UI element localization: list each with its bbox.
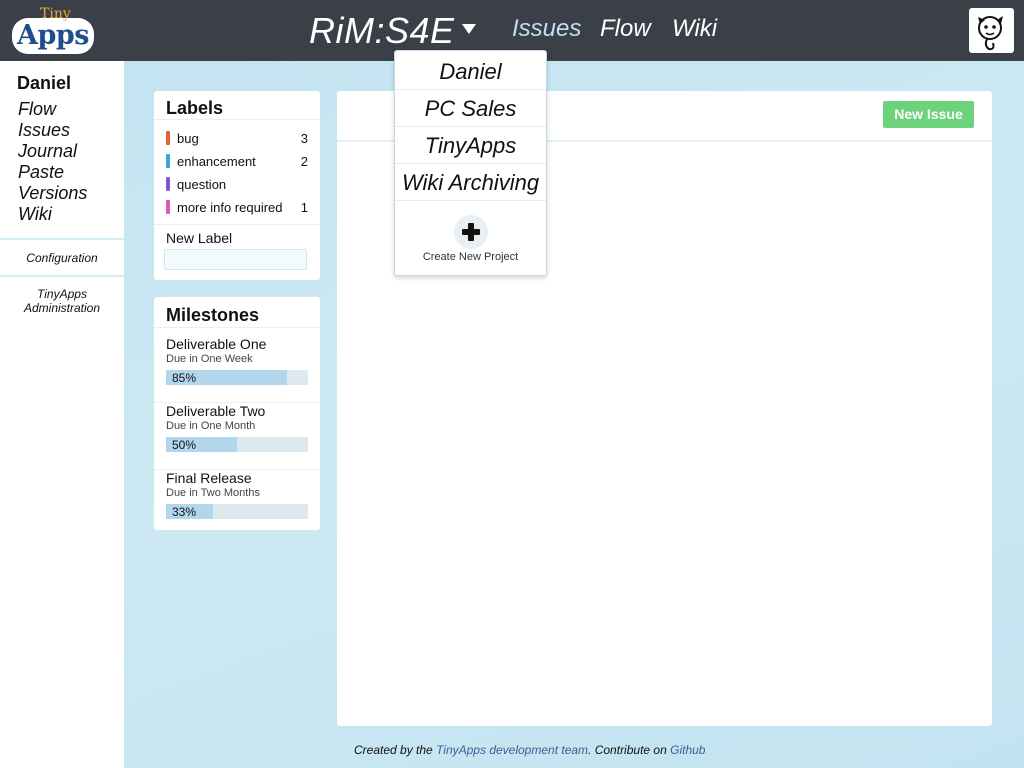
label-item-enhancement[interactable]: enhancement 2: [166, 153, 308, 171]
footer: Created by the TinyApps development team…: [354, 743, 705, 757]
label-color-swatch: [166, 177, 170, 191]
tinyapps-logo[interactable]: Apps Tiny: [12, 6, 96, 56]
label-name: bug: [177, 131, 199, 146]
sidebar-item-flow[interactable]: Flow: [18, 99, 56, 120]
milestone-item[interactable]: Final Release Due in Two Months 33%: [154, 470, 320, 537]
milestone-due: Due in Two Months: [166, 487, 260, 499]
label-item-bug[interactable]: bug 3: [166, 130, 308, 148]
sidebar-item-issues[interactable]: Issues: [18, 120, 70, 141]
create-new-project-button[interactable]: Create New Project: [395, 201, 546, 276]
sidebar-admin-link[interactable]: TinyApps Administration: [0, 287, 124, 315]
label-item-question[interactable]: question: [166, 176, 308, 194]
milestone-progress-label: 33%: [172, 505, 197, 519]
top-nav-wiki[interactable]: Wiki: [672, 15, 717, 43]
milestone-item[interactable]: Deliverable Two Due in One Month 50%: [154, 403, 320, 470]
label-color-swatch: [166, 200, 170, 214]
milestone-due: Due in One Month: [166, 420, 256, 432]
milestone-progress-bar: 85%: [166, 370, 308, 385]
sidebar-item-versions[interactable]: Versions: [18, 183, 87, 204]
labels-title: Labels: [166, 98, 224, 118]
label-color-swatch: [166, 154, 170, 168]
sidebar: Daniel Flow Issues Journal Paste Version…: [0, 61, 124, 768]
caret-down-icon[interactable]: [462, 24, 476, 34]
footer-middle: . Contribute on: [588, 743, 671, 757]
sidebar-divider: [0, 275, 124, 277]
avatar[interactable]: [969, 8, 1014, 53]
labels-panel: Labels bug 3 enhancement 2 question more…: [154, 91, 320, 280]
milestones-separator: [154, 327, 320, 328]
footer-github-link[interactable]: Github: [670, 743, 705, 757]
new-issue-button[interactable]: New Issue: [883, 101, 974, 128]
milestone-name: Final Release: [166, 470, 252, 486]
sidebar-user-name[interactable]: Daniel: [17, 73, 71, 94]
milestone-name: Deliverable Two: [166, 403, 266, 419]
milestone-progress-label: 85%: [172, 371, 197, 385]
logo-small-text: Tiny: [40, 6, 71, 22]
new-label-heading: New Label: [166, 230, 233, 246]
project-option-wiki-archiving[interactable]: Wiki Archiving: [395, 164, 546, 201]
label-count: 1: [300, 200, 308, 215]
milestone-name: Deliverable One: [166, 336, 267, 352]
label-count: 3: [300, 131, 308, 146]
sidebar-item-paste[interactable]: Paste: [18, 162, 64, 183]
label-item-more-info-required[interactable]: more info required 1: [166, 199, 308, 217]
footer-prefix: Created by the: [354, 743, 437, 757]
plus-icon: [454, 215, 488, 249]
label-name: enhancement: [177, 154, 256, 169]
sidebar-item-journal[interactable]: Journal: [18, 141, 77, 162]
milestone-due: Due in One Week: [166, 353, 253, 365]
milestones-panel: Milestones Deliverable One Due in One We…: [154, 297, 320, 530]
sidebar-divider: [0, 238, 124, 240]
admin-link-line2: Administration: [23, 301, 101, 315]
logo-big-text: Apps: [17, 20, 89, 51]
milestone-progress-bar: 50%: [166, 437, 308, 452]
new-label-input[interactable]: [164, 249, 307, 270]
labels-separator: [154, 224, 320, 225]
create-new-project-label: Create New Project: [422, 251, 519, 263]
project-option-daniel[interactable]: Daniel: [395, 53, 546, 90]
milestones-title: Milestones: [166, 305, 260, 325]
footer-team-link[interactable]: TinyApps development team: [436, 743, 588, 757]
project-option-pc-sales[interactable]: PC Sales: [395, 90, 546, 127]
labels-separator: [154, 119, 320, 120]
admin-link-line1: TinyApps: [37, 287, 87, 301]
user-avatar-icon: [978, 16, 1003, 51]
project-dropdown: Daniel PC Sales TinyApps Wiki Archiving …: [394, 50, 547, 276]
sidebar-item-wiki[interactable]: Wiki: [18, 204, 52, 225]
label-color-swatch: [166, 131, 170, 145]
label-name: question: [177, 177, 227, 192]
milestone-progress-bar: 33%: [166, 504, 308, 519]
project-title[interactable]: RiM:S4E: [309, 10, 455, 52]
sidebar-configuration-link[interactable]: Configuration: [0, 251, 124, 265]
top-nav-flow[interactable]: Flow: [600, 15, 651, 43]
milestone-item[interactable]: Deliverable One Due in One Week 85%: [154, 336, 320, 403]
project-option-tinyapps[interactable]: TinyApps: [395, 127, 546, 164]
milestone-progress-label: 50%: [172, 438, 197, 452]
label-count: 2: [300, 154, 308, 169]
top-nav-issues[interactable]: Issues: [512, 15, 581, 43]
label-name: more info required: [177, 200, 283, 215]
logo-badge: Apps: [12, 18, 94, 54]
